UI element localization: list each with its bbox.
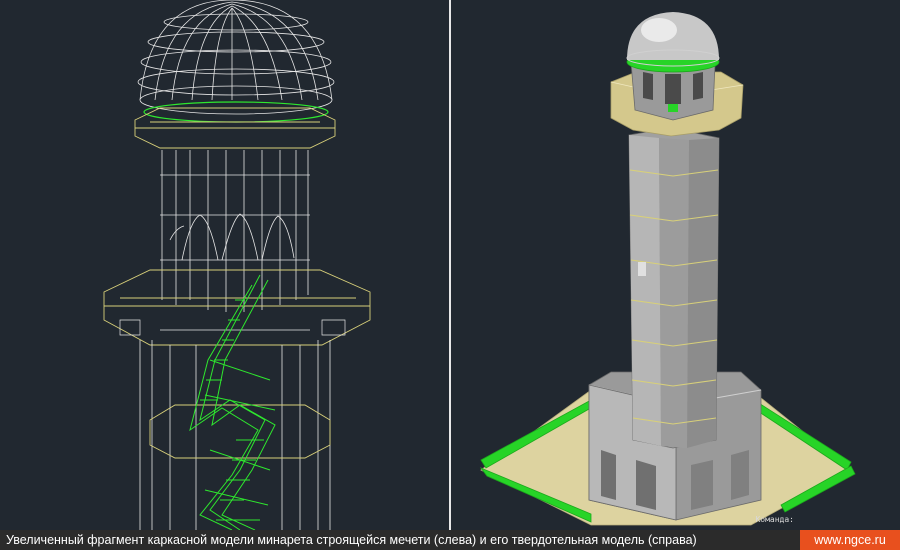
command-line-label: Команда: — [755, 515, 794, 524]
wire-middle-balcony — [103, 269, 371, 346]
wire-dome — [137, 0, 335, 115]
solid-shaft-window — [638, 262, 646, 276]
caption-bar: Увеличенный фрагмент каркасной модели ми… — [0, 530, 900, 550]
image-caption: Увеличенный фрагмент каркасной модели ми… — [6, 533, 697, 547]
wireframe-viewport[interactable] — [0, 0, 449, 530]
solid-model-viewport[interactable]: Команда: — [451, 0, 900, 530]
solid-minaret-drawing — [479, 12, 856, 526]
wire-lantern — [160, 150, 310, 312]
wire-lower-ring — [149, 404, 331, 459]
wire-spiral-staircase — [189, 274, 276, 530]
wireframe-minaret-drawing — [103, 0, 371, 530]
site-link[interactable]: www.ngce.ru — [800, 530, 900, 550]
solid-dome — [626, 12, 720, 73]
wire-dome-ring — [143, 101, 329, 123]
